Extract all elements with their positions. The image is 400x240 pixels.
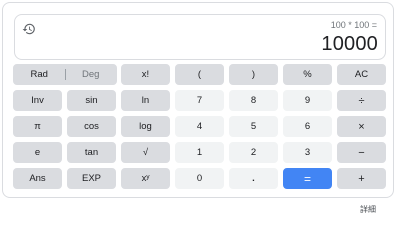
equals-button[interactable]: = [283, 168, 332, 189]
digit-7-button[interactable]: 7 [175, 90, 224, 111]
plus-button[interactable]: + [337, 168, 386, 189]
multiply-button[interactable]: × [337, 116, 386, 137]
divide-button[interactable]: ÷ [337, 90, 386, 111]
pi-button[interactable]: π [13, 116, 62, 137]
digit-3-button[interactable]: 3 [283, 142, 332, 163]
answer-button[interactable]: Ans [13, 168, 62, 189]
digit-4-button[interactable]: 4 [175, 116, 224, 137]
decimal-point-button[interactable]: . [229, 168, 278, 189]
digit-5-button[interactable]: 5 [229, 116, 278, 137]
result-value: 10000 [321, 33, 378, 55]
calculator: 100 * 100 = 10000 Rad Deg x! ( ) % AC In… [2, 2, 394, 198]
cos-button[interactable]: cos [67, 116, 116, 137]
calculator-display: 100 * 100 = 10000 [14, 14, 386, 60]
exp-button[interactable]: EXP [67, 168, 116, 189]
inverse-button[interactable]: Inv [13, 90, 62, 111]
rad-label[interactable]: Rad [14, 69, 65, 80]
deg-label[interactable]: Deg [66, 69, 117, 80]
minus-button[interactable]: − [337, 142, 386, 163]
open-paren-button[interactable]: ( [175, 64, 224, 85]
all-clear-button[interactable]: AC [337, 64, 386, 85]
previous-expression: 100 * 100 = [330, 20, 377, 30]
factorial-button[interactable]: x! [121, 64, 170, 85]
digit-0-button[interactable]: 0 [175, 168, 224, 189]
ln-button[interactable]: ln [121, 90, 170, 111]
tan-button[interactable]: tan [67, 142, 116, 163]
digit-2-button[interactable]: 2 [229, 142, 278, 163]
euler-button[interactable]: e [13, 142, 62, 163]
power-button[interactable]: xʸ [121, 168, 170, 189]
rad-deg-toggle[interactable]: Rad Deg [13, 64, 117, 85]
digit-8-button[interactable]: 8 [229, 90, 278, 111]
log-button[interactable]: log [121, 116, 170, 137]
percent-button[interactable]: % [283, 64, 332, 85]
digit-1-button[interactable]: 1 [175, 142, 224, 163]
history-icon[interactable] [22, 22, 36, 36]
digit-6-button[interactable]: 6 [283, 116, 332, 137]
details-link[interactable]: 詳細 [360, 204, 376, 215]
digit-9-button[interactable]: 9 [283, 90, 332, 111]
square-root-button[interactable]: √ [121, 142, 170, 163]
close-paren-button[interactable]: ) [229, 64, 278, 85]
sin-button[interactable]: sin [67, 90, 116, 111]
